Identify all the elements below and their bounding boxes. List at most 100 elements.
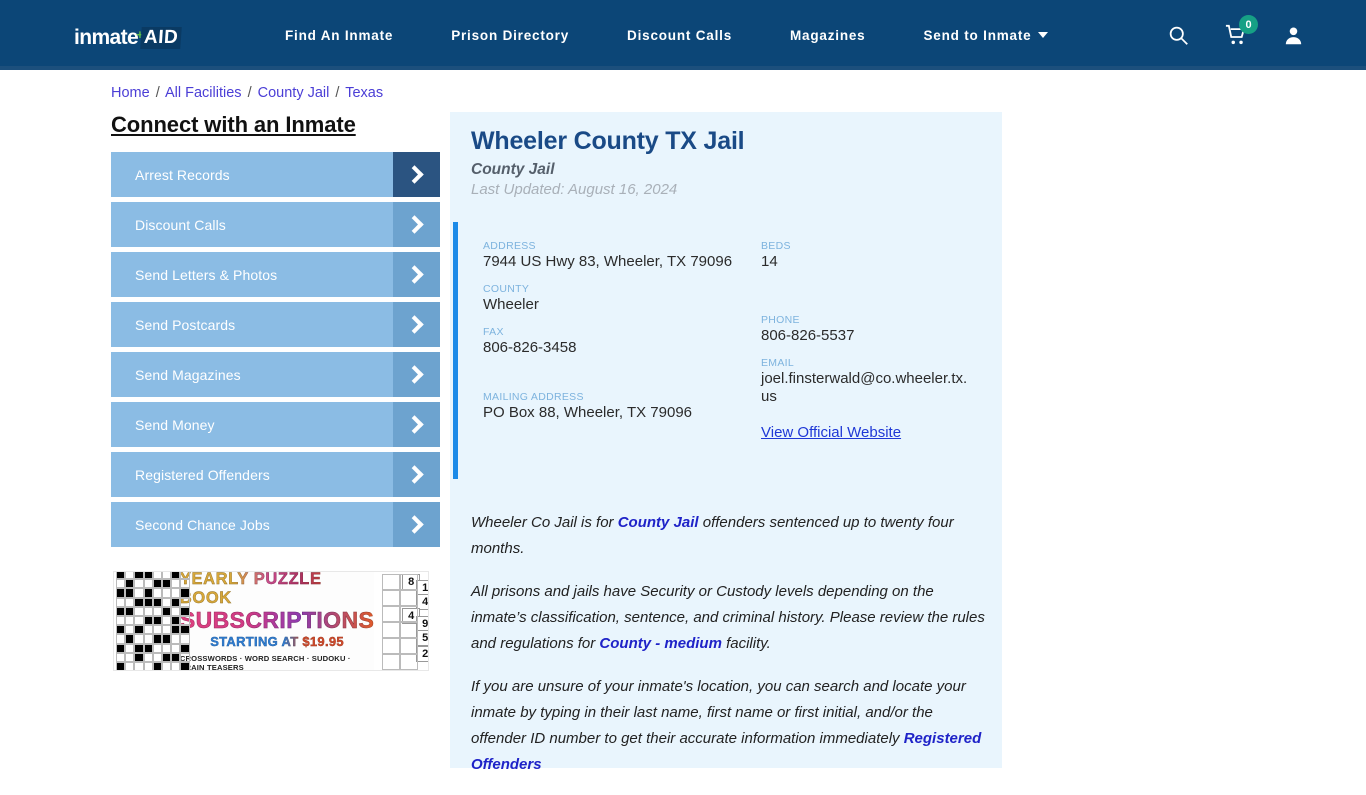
sidebar-item-arrest-records[interactable]: Arrest Records bbox=[111, 152, 440, 197]
nav-label: Magazines bbox=[790, 27, 866, 43]
breadcrumb-item-texas[interactable]: Texas bbox=[345, 85, 383, 101]
info-label: MAILING ADDRESS bbox=[483, 391, 584, 403]
chevron-right-icon bbox=[393, 502, 440, 547]
breadcrumb-separator: / bbox=[155, 85, 160, 101]
nav-label: Discount Calls bbox=[627, 27, 733, 43]
cart-count-badge: 0 bbox=[1239, 15, 1258, 34]
chevron-right-icon bbox=[393, 202, 440, 247]
nav-label: Find An Inmate bbox=[285, 27, 394, 43]
info-label: COUNTY bbox=[483, 283, 530, 295]
info-label: EMAIL bbox=[761, 357, 795, 369]
info-label: ADDRESS bbox=[483, 240, 536, 252]
sidebar-item-second-chance-jobs[interactable]: Second Chance Jobs bbox=[111, 502, 440, 547]
info-value: joel.finsterwald@co.wheeler.tx.us bbox=[761, 370, 968, 405]
info-label: PHONE bbox=[761, 314, 800, 326]
breadcrumb-item-county-jail[interactable]: County Jail bbox=[258, 85, 330, 101]
info-item-phone: PHONE 806-826-5537 bbox=[761, 314, 1002, 345]
breadcrumb: Home / All Facilities / County Jail / Te… bbox=[111, 85, 383, 101]
info-value: PO Box 88, Wheeler, TX 79096 bbox=[483, 404, 693, 421]
facility-description: Wheeler Co Jail is for County Jail offen… bbox=[471, 510, 991, 795]
info-label: BEDS bbox=[761, 240, 791, 252]
chevron-right-icon bbox=[393, 302, 440, 347]
paragraph-3-text-a: If you are unsure of your inmate's locat… bbox=[471, 678, 966, 747]
description-paragraph-1: Wheeler Co Jail is for County Jail offen… bbox=[471, 510, 991, 562]
facility-info-grid: ADDRESS 7944 US Hwy 83, Wheeler, TX 7909… bbox=[458, 222, 1002, 479]
sidebar-item-registered-offenders[interactable]: Registered Offenders bbox=[111, 452, 440, 497]
nav-item-send-to-inmate[interactable]: Send to Inmate bbox=[895, 28, 1078, 43]
sidebar-item-label: Send Letters & Photos bbox=[135, 266, 278, 283]
sidebar-item-send-letters-and-photos[interactable]: Send Letters & Photos bbox=[111, 252, 440, 297]
view-official-website-link[interactable]: View Official Website bbox=[761, 424, 901, 441]
sidebar-title: Connect with an Inmate bbox=[111, 112, 356, 137]
page-title: Wheeler County TX Jail bbox=[471, 127, 745, 155]
site-header: inmate + AID Find An Inmate Prison Direc… bbox=[0, 0, 1366, 70]
chevron-right-icon bbox=[393, 152, 440, 197]
description-paragraph-2: All prisons and jails have Security or C… bbox=[471, 579, 991, 657]
sidebar: Connect with an Inmate Arrest Records Di… bbox=[111, 112, 440, 552]
sudoku-grid-graphic: 8144952 bbox=[374, 572, 428, 670]
nav-label: Send to Inmate bbox=[923, 27, 1032, 43]
info-item-county: COUNTY Wheeler bbox=[483, 283, 761, 314]
breadcrumb-item-all-facilities[interactable]: All Facilities bbox=[165, 85, 242, 101]
county-jail-link[interactable]: County Jail bbox=[618, 514, 699, 531]
logo-text-inmate: inmate bbox=[74, 26, 139, 49]
county-medium-link[interactable]: County - medium bbox=[599, 635, 722, 652]
nav-item-magazines[interactable]: Magazines bbox=[761, 28, 894, 43]
info-item-email: EMAIL joel.finsterwald@co.wheeler.tx.us bbox=[761, 357, 1002, 406]
info-item-fax: FAX 806-826-3458 bbox=[483, 326, 761, 357]
sidebar-item-label: Second Chance Jobs bbox=[135, 516, 270, 533]
crossword-grid-graphic bbox=[114, 572, 190, 670]
chevron-right-icon bbox=[393, 352, 440, 397]
info-item-mailing-address: MAILING ADDRESS PO Box 88, Wheeler, TX 7… bbox=[483, 391, 761, 422]
chevron-right-icon bbox=[393, 252, 440, 297]
nav-item-prison-directory[interactable]: Prison Directory bbox=[422, 28, 598, 43]
last-updated-text: Last Updated: August 16, 2024 bbox=[471, 181, 678, 198]
paragraph-2-text-b: facility. bbox=[721, 635, 771, 652]
nav-item-discount-calls[interactable]: Discount Calls bbox=[598, 28, 761, 43]
info-value: Wheeler bbox=[483, 296, 539, 313]
ad-headline-2: SUBSCRIPTIONS bbox=[179, 606, 375, 633]
sidebar-item-label: Discount Calls bbox=[135, 216, 226, 233]
shopping-cart-icon[interactable]: 0 bbox=[1225, 15, 1258, 46]
info-item-address: ADDRESS 7944 US Hwy 83, Wheeler, TX 7909… bbox=[483, 240, 761, 271]
header-icon-group: 0 bbox=[1168, 0, 1304, 70]
chevron-right-icon bbox=[393, 452, 440, 497]
description-paragraph-3: If you are unsure of your inmate's locat… bbox=[471, 674, 991, 778]
sidebar-item-send-magazines[interactable]: Send Magazines bbox=[111, 352, 440, 397]
paragraph-1-text-a: Wheeler Co Jail is for bbox=[471, 514, 618, 531]
facility-info-section: ADDRESS 7944 US Hwy 83, Wheeler, TX 7909… bbox=[450, 222, 1002, 479]
info-column-right: BEDS 14 PHONE 806-826-5537 EMAIL joel.fi… bbox=[761, 240, 1002, 479]
sidebar-item-label: Send Postcards bbox=[135, 316, 236, 333]
sidebar-item-send-money[interactable]: Send Money bbox=[111, 402, 440, 447]
info-value: 7944 US Hwy 83, Wheeler, TX 79096 bbox=[483, 253, 733, 270]
ad-price-line: STARTING AT $19.95 bbox=[210, 634, 344, 650]
logo-text-aid: AID bbox=[139, 27, 182, 49]
info-value: 806-826-5537 bbox=[761, 327, 855, 344]
user-account-icon[interactable] bbox=[1283, 25, 1304, 46]
info-column-left: ADDRESS 7944 US Hwy 83, Wheeler, TX 7909… bbox=[483, 240, 761, 479]
ad-categories-line: CROSSWORDS · WORD SEARCH · SUDOKU · BRAI… bbox=[179, 654, 351, 671]
breadcrumb-item-home[interactable]: Home bbox=[111, 85, 150, 101]
ad-headline-1: YEARLY PUZZLE BOOK bbox=[180, 572, 374, 608]
chevron-down-icon bbox=[1038, 32, 1049, 38]
info-value: 806-826-3458 bbox=[483, 339, 577, 356]
site-logo[interactable]: inmate + AID bbox=[74, 26, 182, 50]
chevron-right-icon bbox=[393, 402, 440, 447]
info-label: FAX bbox=[483, 326, 504, 338]
sidebar-item-label: Registered Offenders bbox=[135, 466, 270, 483]
sidebar-item-discount-calls[interactable]: Discount Calls bbox=[111, 202, 440, 247]
search-icon[interactable] bbox=[1168, 25, 1189, 46]
sidebar-item-label: Arrest Records bbox=[135, 166, 230, 183]
facility-detail-panel: Wheeler County TX Jail County Jail Last … bbox=[450, 112, 1002, 773]
nav-item-find-an-inmate[interactable]: Find An Inmate bbox=[256, 28, 422, 43]
puzzle-book-ad-banner[interactable]: YEARLY PUZZLE BOOK SUBSCRIPTIONS STARTIN… bbox=[113, 571, 429, 671]
sidebar-item-label: Send Money bbox=[135, 416, 215, 433]
nav-label: Prison Directory bbox=[451, 27, 570, 43]
info-value: 14 bbox=[761, 253, 778, 270]
facility-type-subtitle: County Jail bbox=[471, 161, 555, 178]
facility-header: Wheeler County TX Jail County Jail Last … bbox=[450, 112, 1002, 198]
official-website-link-wrap: View Official Website bbox=[761, 424, 1002, 442]
main-navigation: Find An Inmate Prison Directory Discount… bbox=[256, 0, 1077, 70]
sidebar-item-send-postcards[interactable]: Send Postcards bbox=[111, 302, 440, 347]
breadcrumb-separator: / bbox=[247, 85, 252, 101]
